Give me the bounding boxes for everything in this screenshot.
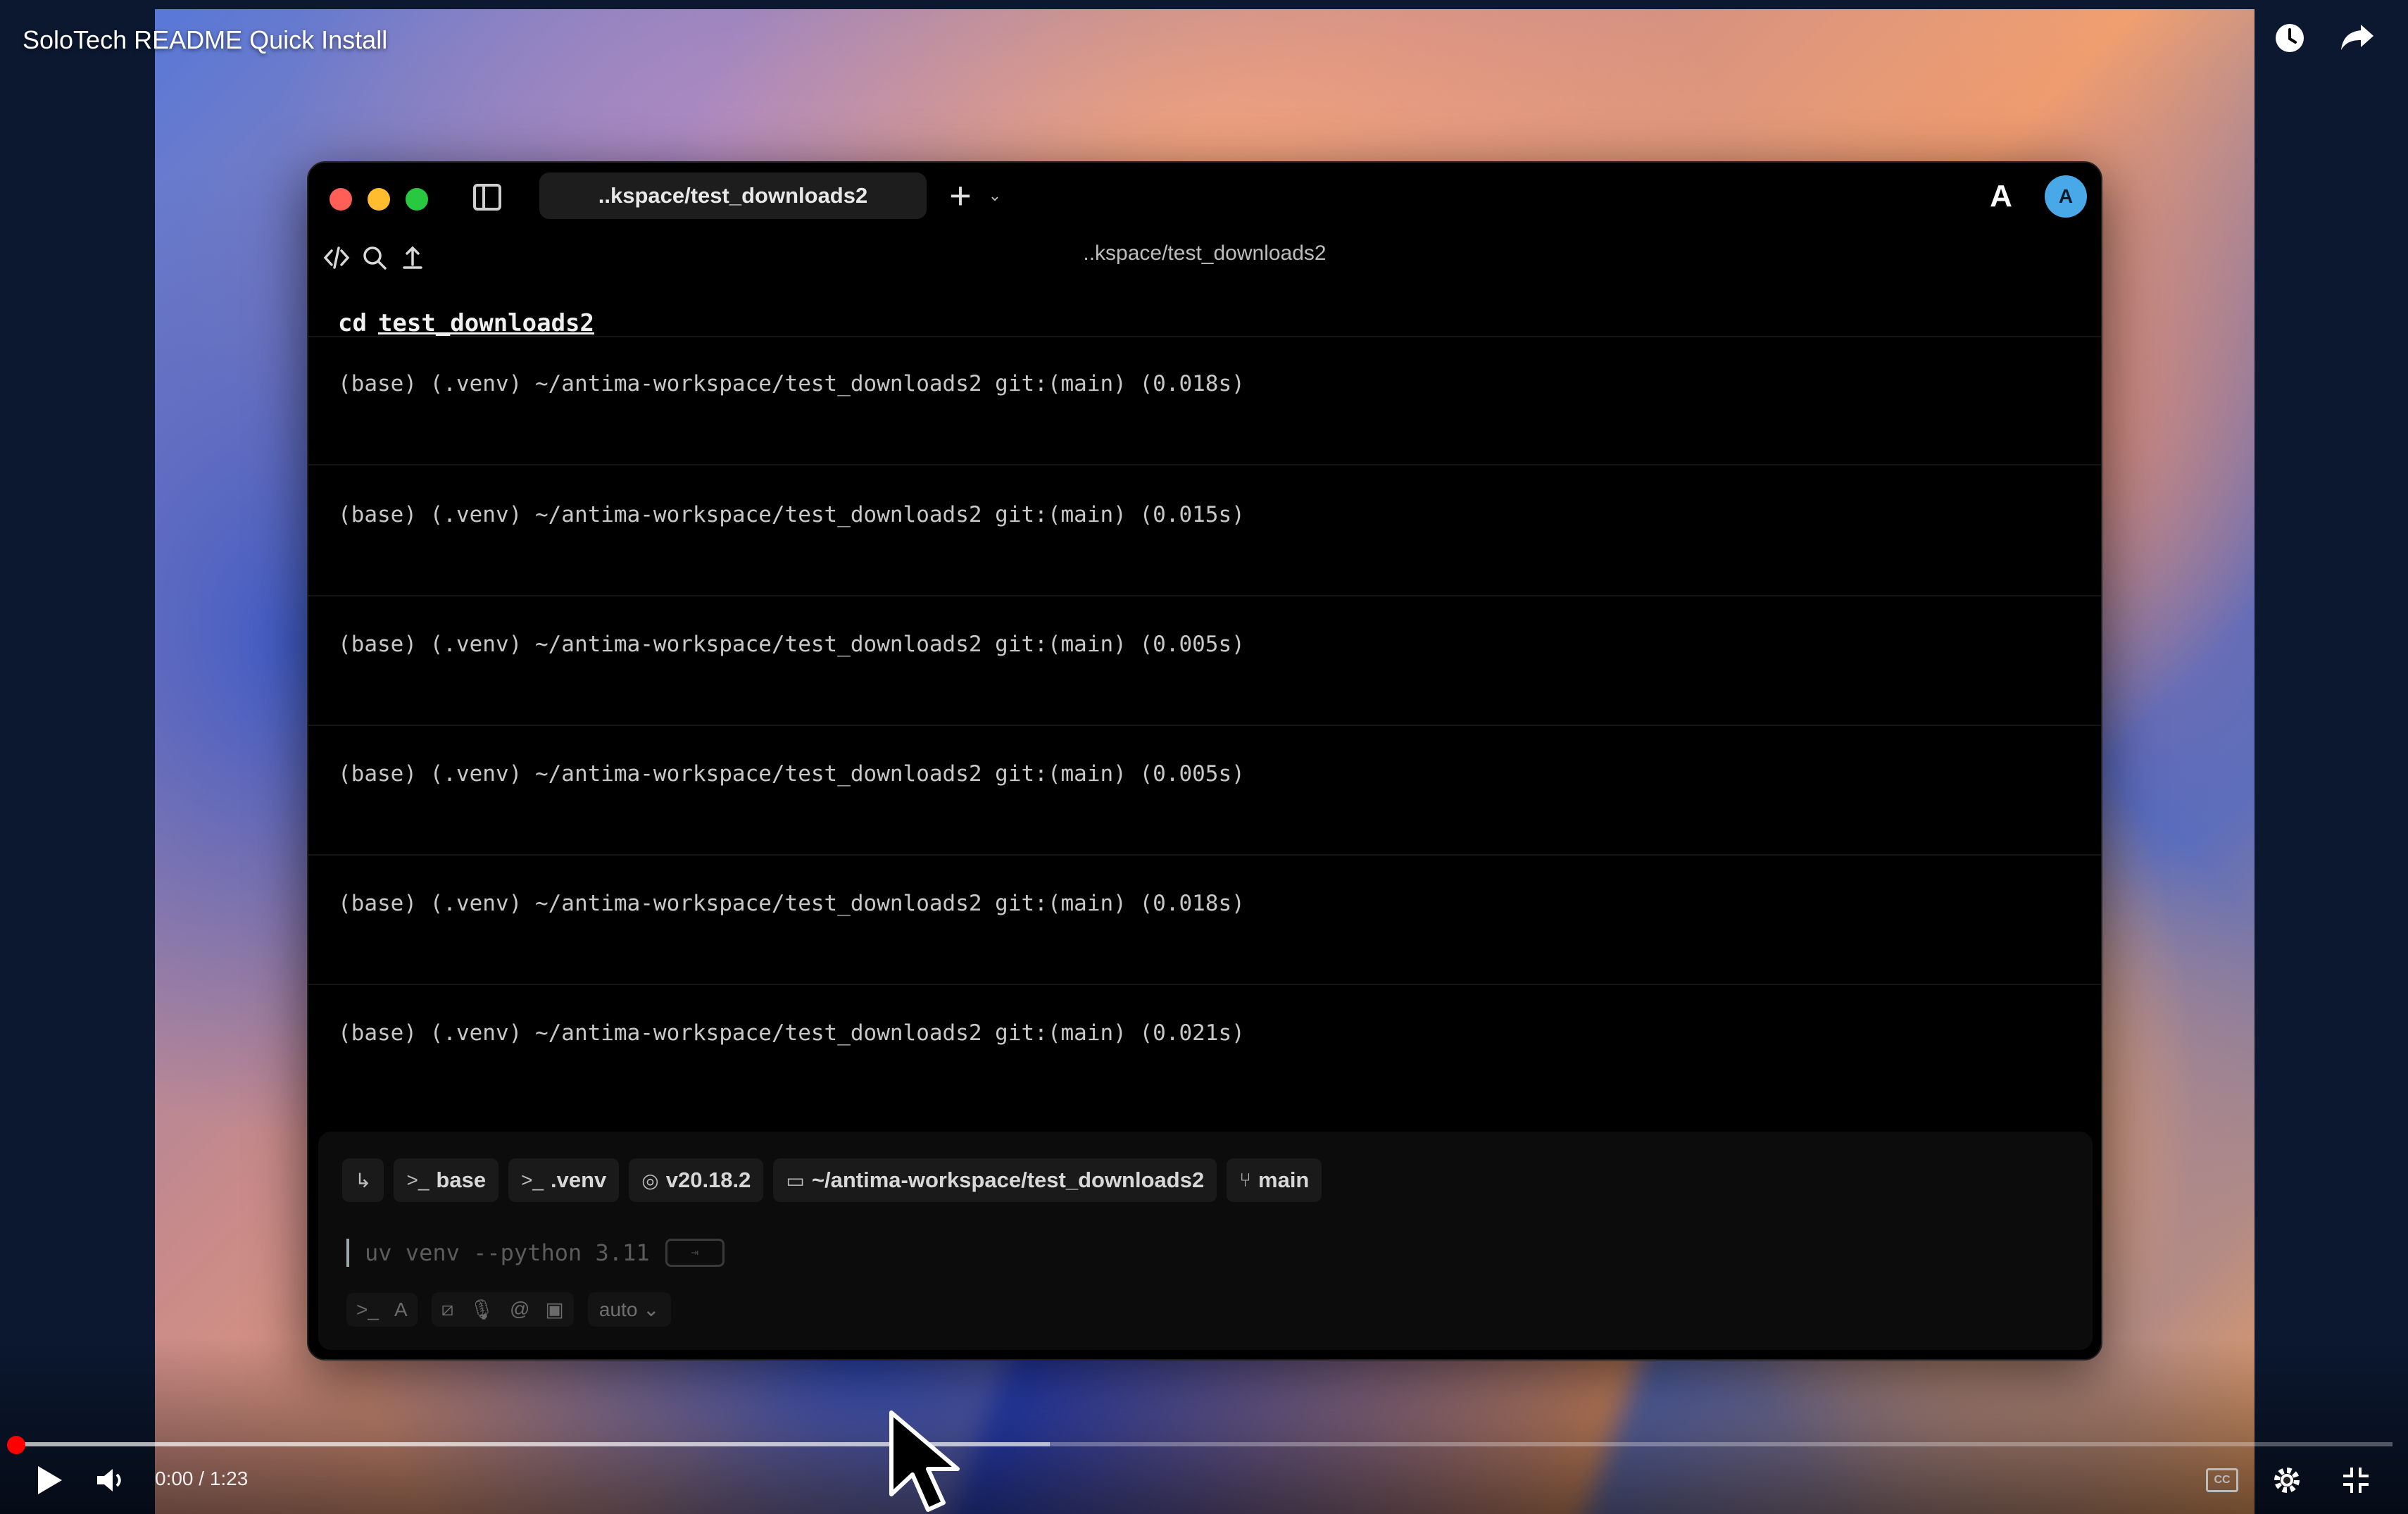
microphone-icon[interactable]: 🎙 <box>469 1298 494 1321</box>
minimize-window-button[interactable] <box>368 188 390 211</box>
command-input-area[interactable]: ↳ >_ base >_ .venv ◎ v20.18.2 ▭ ~/antima-wor… <box>318 1132 2093 1350</box>
venv-chip[interactable]: >_ .venv <box>508 1158 620 1202</box>
app-logo-icon: A <box>1990 179 2012 213</box>
mention-icon[interactable]: @ <box>510 1298 529 1321</box>
chevron-down-icon: ⌄ <box>643 1299 660 1320</box>
block-divider <box>308 984 2101 985</box>
avatar-letter: A <box>2058 185 2074 207</box>
folder-icon: ▭ <box>786 1169 805 1191</box>
model-mode-label: auto <box>598 1299 638 1320</box>
watch-later-clock-icon[interactable] <box>2269 21 2311 63</box>
terminal-prompt-icon: >_ <box>521 1169 544 1191</box>
node-version-chip[interactable]: ◎ v20.18.2 <box>629 1158 764 1202</box>
directory-chip[interactable]: ▭ ~/antima-workspace/test_downloads2 <box>773 1158 1217 1202</box>
prompt-line: (base) (.venv) ~/antima-workspace/test_d… <box>338 761 1245 787</box>
context-chips: ↳ >_ base >_ .venv ◎ v20.18.2 ▭ ~/antima-wor… <box>342 1158 1322 1202</box>
zoom-window-button[interactable] <box>406 188 428 211</box>
command-input[interactable]: uv venv --python 3.11 ⇥ <box>346 1239 725 1267</box>
controls-gradient <box>0 1338 2408 1514</box>
video-player[interactable]: ..kspace/test_downloads2 + ⌄ A A ..kspac… <box>0 0 2408 1514</box>
terminal-tab[interactable]: ..kspace/test_downloads2 <box>539 173 927 219</box>
command-input-text: uv venv --python 3.11 <box>365 1239 650 1266</box>
return-chip[interactable]: ↳ <box>342 1158 384 1202</box>
model-mode-dropdown[interactable]: auto ⌄ <box>587 1292 671 1327</box>
terminal-prompt-icon: >_ <box>406 1169 429 1191</box>
keyboard-shortcut-hint: ⇥ <box>665 1239 725 1267</box>
prompt-line: (base) (.venv) ~/antima-workspace/test_d… <box>338 502 1245 527</box>
chevron-down-icon[interactable]: ⌄ <box>984 173 1005 219</box>
venv-label: .venv <box>551 1168 607 1192</box>
git-branch-chip[interactable]: ⑂ main <box>1227 1158 1322 1202</box>
sidebar-toggle-icon[interactable] <box>473 184 501 211</box>
mouse-cursor-icon <box>889 1410 960 1512</box>
node-version-label: v20.18.2 <box>665 1168 751 1192</box>
time-display: 0:00 / 1:23 <box>155 1468 249 1489</box>
git-branch-icon: ⑂ <box>1239 1169 1252 1191</box>
input-toolbar: >_ A ⧄ 🎙 @ ▣ auto ⌄ <box>346 1292 671 1327</box>
terminal-path-header: ..kspace/test_downloads2 <box>1083 242 1327 265</box>
image-attach-icon[interactable]: ▣ <box>545 1298 563 1321</box>
agent-mode-icon[interactable]: A <box>394 1299 408 1321</box>
close-window-button[interactable] <box>330 188 352 211</box>
volume-button[interactable] <box>90 1459 132 1501</box>
text-caret <box>346 1239 349 1267</box>
settings-button[interactable] <box>2266 1459 2308 1501</box>
slash-command-icon[interactable]: ⧄ <box>441 1298 454 1321</box>
command-argument[interactable]: test_downloads2 <box>378 309 594 337</box>
git-branch-label: main <box>1258 1168 1310 1192</box>
terminal-mode-icon[interactable]: >_ <box>356 1299 379 1321</box>
prompt-line: (base) (.venv) ~/antima-workspace/test_d… <box>338 1020 1245 1046</box>
node-icon: ◎ <box>641 1169 659 1191</box>
terminal-titlebar: ..kspace/test_downloads2 + ⌄ A A <box>308 163 2101 226</box>
video-title[interactable]: SoloTech README Quick Install <box>23 25 387 55</box>
exit-fullscreen-button[interactable] <box>2335 1459 2377 1501</box>
conda-env-label: base <box>436 1168 487 1192</box>
prompt-line: (base) (.venv) ~/antima-workspace/test_d… <box>338 371 1245 396</box>
new-tab-button[interactable]: + <box>939 173 982 219</box>
terminal-tab-label: ..kspace/test_downloads2 <box>598 183 868 208</box>
captions-button[interactable]: CC <box>2202 1459 2242 1501</box>
block-divider <box>308 464 2101 465</box>
terminal-window: ..kspace/test_downloads2 + ⌄ A A ..kspac… <box>307 161 2102 1360</box>
prompt-line: (base) (.venv) ~/antima-workspace/test_d… <box>338 891 1245 916</box>
block-divider <box>308 595 2101 596</box>
directory-label: ~/antima-workspace/test_downloads2 <box>811 1168 1205 1192</box>
captions-icon: CC <box>2206 1468 2238 1492</box>
block-divider <box>308 725 2101 726</box>
avatar[interactable]: A <box>2045 175 2087 218</box>
command-name: cd <box>338 309 367 337</box>
executed-command: cd test_downloads2 <box>338 309 594 337</box>
block-divider <box>308 336 2101 337</box>
play-button[interactable] <box>28 1459 70 1501</box>
prompt-line: (base) (.venv) ~/antima-workspace/test_d… <box>338 632 1245 657</box>
return-arrow-icon: ↳ <box>355 1169 372 1191</box>
conda-env-chip[interactable]: >_ base <box>394 1158 499 1202</box>
block-divider <box>308 854 2101 856</box>
share-icon[interactable] <box>2336 21 2378 63</box>
progress-scrubber-handle[interactable] <box>7 1436 25 1454</box>
